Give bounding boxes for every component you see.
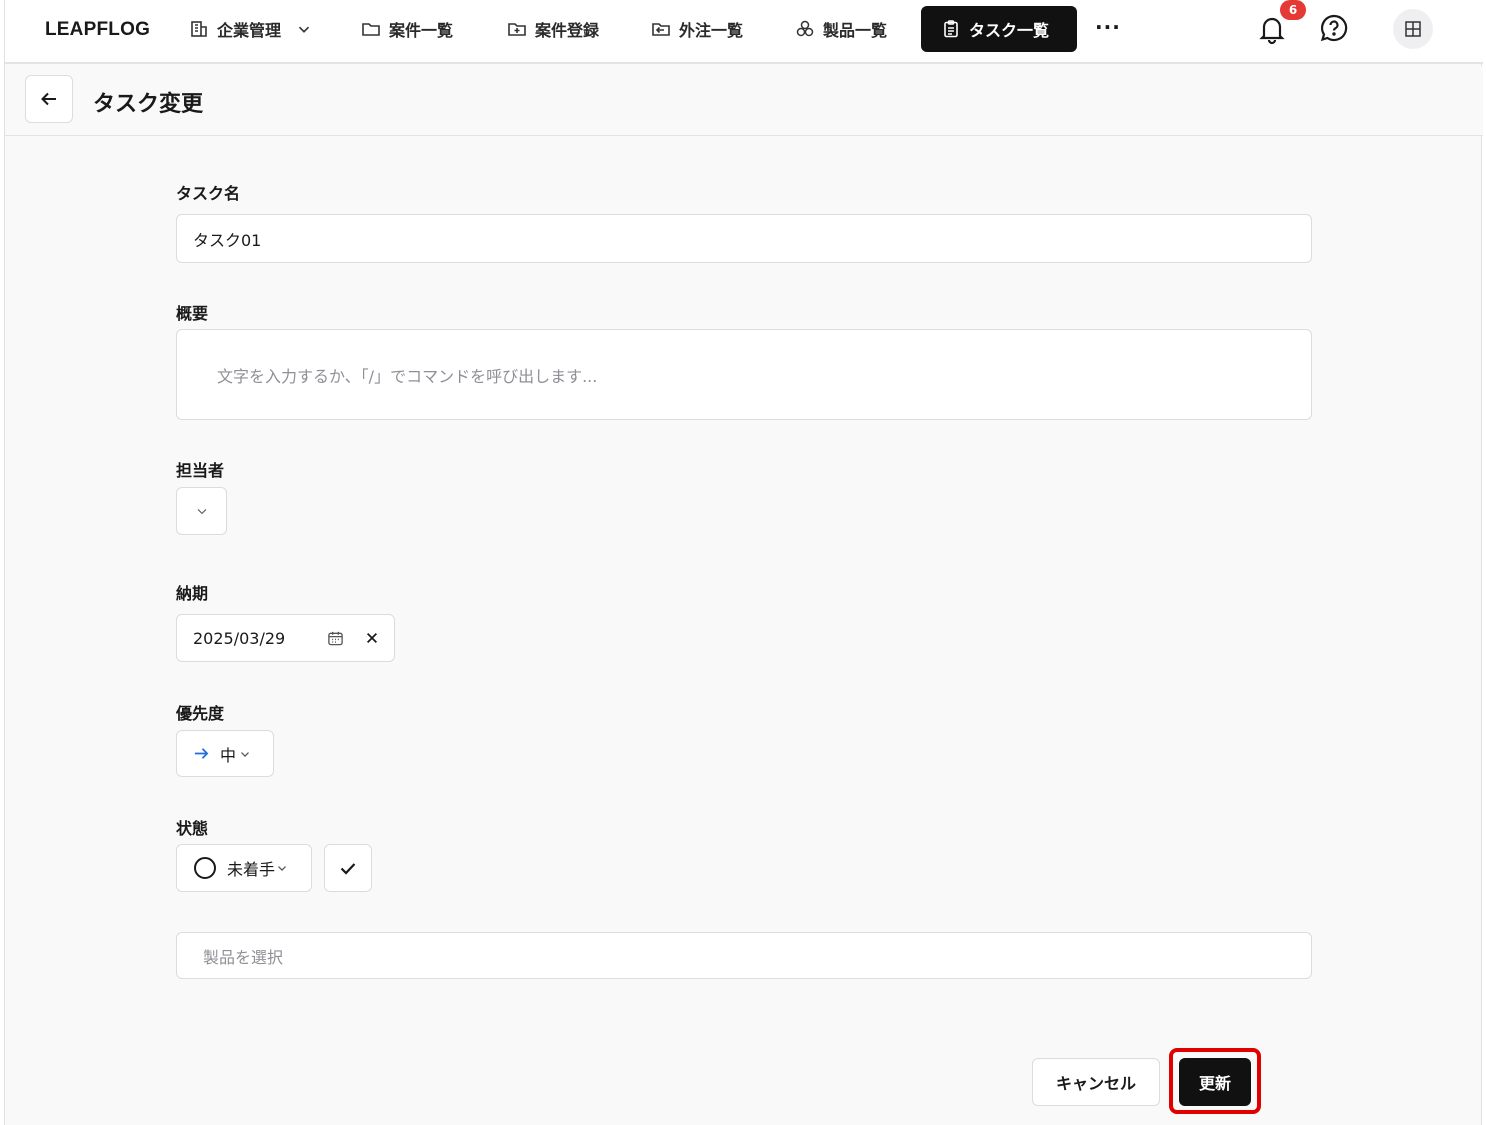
priority-select[interactable]: 中 [176,730,274,777]
assignee-select[interactable] [176,487,227,535]
priority-label: 優先度 [176,704,225,723]
page-title: タスク変更 [93,92,204,117]
nav-item-products[interactable]: 製品一覧 [783,6,899,52]
chevron-down-icon [241,751,249,757]
mark-done-button[interactable] [324,844,372,892]
app-logo[interactable]: LEAPFLOG [45,19,150,41]
user-avatar[interactable] [1393,9,1433,49]
summary-placeholder: 文字を入力するか、「/」でコマンドを呼び出します... [217,366,598,386]
nav-item-label: 案件一覧 [389,21,454,40]
nav-item-company[interactable]: 企業管理 [177,6,325,52]
update-button[interactable]: 更新 [1179,1058,1251,1106]
check-icon [340,863,356,875]
clipboard-icon [944,20,958,38]
nav-item-label: 案件登録 [535,21,600,40]
cancel-button[interactable]: キャンセル [1032,1058,1160,1106]
nav-item-register-project[interactable]: 案件登録 [495,6,611,52]
cubes-icon [796,20,814,37]
product-select[interactable]: 製品を選択 [176,932,1312,979]
status-select[interactable]: 未着手 [176,844,312,892]
back-button[interactable] [25,75,73,123]
due-date-value: 2025/03/29 [193,628,286,648]
nav-item-projects[interactable]: 案件一覧 [349,6,465,52]
nav-item-label: 製品一覧 [823,21,888,40]
chevron-down-icon [278,866,286,871]
top-nav-bar: LEAPFLOG 企業管理 案件一覧 案件登録 外注一覧 製品一覧 タスク一覧 … [5,0,1483,64]
folder-plus-icon [508,23,526,36]
due-date-input[interactable]: 2025/03/29 [176,614,395,662]
arrow-right-icon [194,748,209,759]
summary-editor[interactable]: 文字を入力するか、「/」でコマンドを呼び出します... [176,329,1312,420]
summary-label: 概要 [176,304,209,323]
nav-item-tasks[interactable]: タスク一覧 [921,6,1077,52]
task-name-label: タスク名 [176,184,241,203]
calendar-icon[interactable] [327,630,344,647]
circle-outline-icon [194,857,216,879]
notification-badge: 6 [1280,0,1306,20]
more-menu-button[interactable]: ··· [1095,15,1121,39]
task-name-value: タスク01 [193,230,262,250]
priority-value: 中 [220,745,237,765]
status-value: 未着手 [227,860,276,879]
grid-icon [1405,21,1421,37]
nav-item-outsourcing[interactable]: 外注一覧 [639,6,755,52]
app-frame: LEAPFLOG 企業管理 案件一覧 案件登録 外注一覧 製品一覧 タスク一覧 … [4,0,1483,1125]
folder-export-icon [652,23,670,36]
task-name-input[interactable]: タスク01 [176,214,1312,263]
status-label: 状態 [176,819,209,838]
page-header: タスク変更 [5,66,1483,136]
clear-x-icon[interactable] [365,631,379,645]
product-placeholder: 製品を選択 [203,947,284,967]
chevron-down-icon [197,508,206,515]
folder-icon [362,23,380,36]
assignee-label: 担当者 [176,461,225,480]
nav-item-label: 企業管理 [217,21,282,40]
help-chat-icon[interactable] [1317,11,1351,45]
building-icon [191,21,207,37]
nav-item-label: タスク一覧 [969,21,1050,40]
due-date-label: 納期 [176,584,209,603]
chevron-down-icon [298,26,310,33]
arrow-left-icon [41,92,56,106]
nav-item-label: 外注一覧 [679,21,744,40]
